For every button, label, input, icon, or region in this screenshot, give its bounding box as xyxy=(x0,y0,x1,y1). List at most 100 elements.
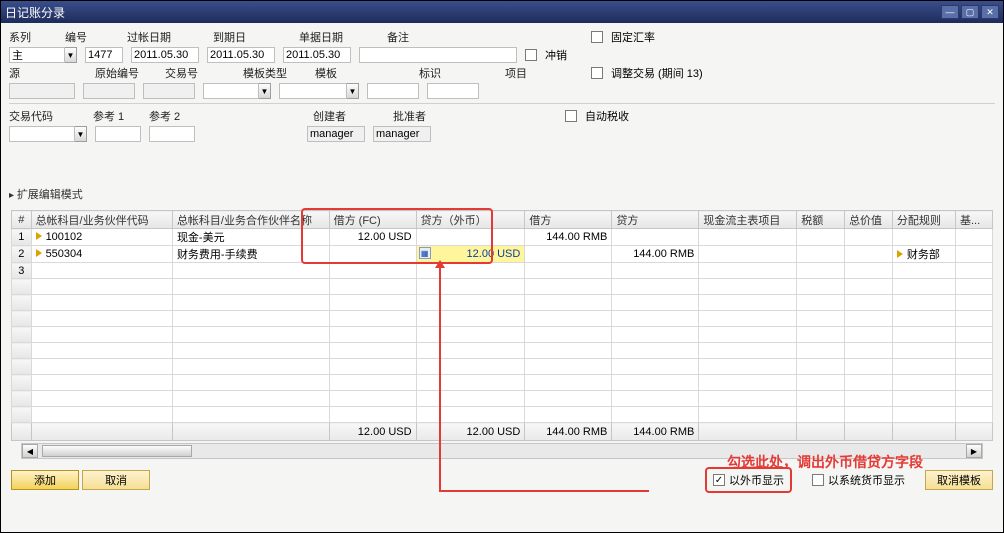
annotation-arrow-horizontal xyxy=(439,490,649,492)
template-field[interactable] xyxy=(279,83,347,99)
col-acct[interactable]: 总帐科目/业务伙伴代码 xyxy=(31,211,172,229)
ref2-label: 参考 2 xyxy=(149,108,197,124)
origno-field xyxy=(83,83,135,99)
approver-field: manager xyxy=(373,126,431,142)
transcode-field[interactable] xyxy=(9,126,75,142)
duedate-label: 到期日 xyxy=(213,29,261,45)
table-row xyxy=(12,327,993,343)
annotation-arrow-vertical xyxy=(439,266,441,490)
table-row xyxy=(12,343,993,359)
link-arrow-icon[interactable] xyxy=(36,249,42,257)
titlebar: 日记账分录 — ▢ ✕ xyxy=(1,1,1003,23)
col-debit[interactable]: 借方 xyxy=(525,211,612,229)
total-creditfc: 12.00 USD xyxy=(416,423,525,441)
duedate-field[interactable]: 2011.05.30 xyxy=(207,47,275,63)
series-dropdown-icon[interactable]: ▼ xyxy=(65,47,77,63)
project-label: 项目 xyxy=(505,65,553,81)
total-debitfc: 12.00 USD xyxy=(329,423,416,441)
scroll-left-icon[interactable]: ◀ xyxy=(22,444,38,458)
fixedrate-label: 固定汇率 xyxy=(611,29,655,45)
col-rownum[interactable]: # xyxy=(12,211,32,229)
transno-label: 交易号 xyxy=(165,65,213,81)
col-debitfc[interactable]: 借方 (FC) xyxy=(329,211,416,229)
template-label: 模板 xyxy=(315,65,363,81)
expand-edit-mode[interactable]: 扩展编辑模式 xyxy=(1,184,1003,204)
table-row: 2 550304 财务费用-手续费 ▦12.00 USD 144.00 RMB … xyxy=(12,246,993,263)
grid-wrap: # 总帐科目/业务伙伴代码 总帐科目/业务合作伙伴名称 借方 (FC) 贷方（外… xyxy=(1,204,1003,459)
autotax-checkbox[interactable] xyxy=(565,110,577,122)
transcode-label: 交易代码 xyxy=(9,108,57,124)
table-row xyxy=(12,311,993,327)
transcode-dropdown-icon[interactable]: ▼ xyxy=(75,126,87,142)
reversal-label: 冲销 xyxy=(545,47,567,63)
reversal-checkbox[interactable] xyxy=(525,49,537,61)
close-button[interactable]: ✕ xyxy=(981,5,999,19)
fixedrate-checkbox[interactable] xyxy=(591,31,603,43)
journal-lines-grid: # 总帐科目/业务伙伴代码 总帐科目/业务合作伙伴名称 借方 (FC) 贷方（外… xyxy=(11,210,993,441)
table-row xyxy=(12,391,993,407)
col-name[interactable]: 总帐科目/业务合作伙伴名称 xyxy=(172,211,329,229)
total-debit: 144.00 RMB xyxy=(525,423,612,441)
postdate-field[interactable]: 2011.05.30 xyxy=(131,47,199,63)
autotax-label: 自动税收 xyxy=(585,108,629,124)
tmpltype-dropdown-icon[interactable]: ▼ xyxy=(259,83,271,99)
cancel-button[interactable]: 取消 xyxy=(82,470,150,490)
col-base[interactable]: 基... xyxy=(955,211,992,229)
sys-display-label: 以系统货币显示 xyxy=(828,472,905,488)
postdate-label: 过帐日期 xyxy=(127,29,175,45)
docdate-label: 单据日期 xyxy=(299,29,347,45)
table-row xyxy=(12,359,993,375)
creator-label: 创建者 xyxy=(313,108,361,124)
ref1-label: 参考 1 xyxy=(93,108,141,124)
table-row xyxy=(12,295,993,311)
tmpltype-field[interactable] xyxy=(203,83,259,99)
sys-display-checkbox[interactable] xyxy=(812,474,824,486)
add-button[interactable]: 添加 xyxy=(11,470,79,490)
scroll-right-icon[interactable]: ▶ xyxy=(966,444,982,458)
table-row: 3 xyxy=(12,263,993,279)
grid-body: 1 100102 现金-美元 12.00 USD 144.00 RMB 2 55… xyxy=(12,229,993,441)
table-row xyxy=(12,407,993,423)
journal-entry-window: 日记账分录 — ▢ ✕ 系列 编号 过帐日期 到期日 单据日期 备注 固定汇率 … xyxy=(0,0,1004,533)
series-label: 系列 xyxy=(9,29,57,45)
link-arrow-icon[interactable] xyxy=(36,232,42,240)
window-title: 日记账分录 xyxy=(5,4,65,21)
minimize-button[interactable]: — xyxy=(941,5,959,19)
docdate-field[interactable]: 2011.05.30 xyxy=(283,47,351,63)
ref2-field[interactable] xyxy=(149,126,195,142)
col-tax[interactable]: 税额 xyxy=(797,211,845,229)
number-label: 编号 xyxy=(65,29,97,45)
col-cashflow[interactable]: 现金流主表项目 xyxy=(699,211,797,229)
adjtrans-checkbox[interactable] xyxy=(591,67,603,79)
source-field xyxy=(9,83,75,99)
fc-display-label: 以外币显示 xyxy=(729,472,784,488)
cancel-template-button[interactable]: 取消模板 xyxy=(925,470,993,490)
grid-header-row: # 总帐科目/业务伙伴代码 总帐科目/业务合作伙伴名称 借方 (FC) 贷方（外… xyxy=(12,211,993,229)
remarks-field[interactable] xyxy=(359,47,517,63)
indicator-field[interactable] xyxy=(367,83,419,99)
tmpltype-label: 模板类型 xyxy=(243,65,291,81)
table-row: 1 100102 现金-美元 12.00 USD 144.00 RMB xyxy=(12,229,993,246)
scroll-thumb[interactable] xyxy=(42,445,192,457)
transno-field xyxy=(143,83,195,99)
adjtrans-label: 调整交易 (期间 13) xyxy=(611,65,703,81)
creator-field: manager xyxy=(307,126,365,142)
table-row xyxy=(12,375,993,391)
template-dropdown-icon[interactable]: ▼ xyxy=(347,83,359,99)
annotation-text: 勾选此处，调出外币借贷方字段 xyxy=(727,452,923,472)
maximize-button[interactable]: ▢ xyxy=(961,5,979,19)
col-distrule[interactable]: 分配规则 xyxy=(892,211,955,229)
col-creditfc[interactable]: 贷方（外币） xyxy=(416,211,525,229)
creditfc-active-cell[interactable]: ▦12.00 USD xyxy=(416,246,525,263)
approver-label: 批准者 xyxy=(393,108,441,124)
ref1-field[interactable] xyxy=(95,126,141,142)
series-field[interactable]: 主 xyxy=(9,47,65,63)
fc-display-checkbox[interactable]: ✓ xyxy=(713,474,725,486)
totals-row: 12.00 USD 12.00 USD 144.00 RMB 144.00 RM… xyxy=(12,423,993,441)
col-credit[interactable]: 贷方 xyxy=(612,211,699,229)
link-arrow-icon[interactable] xyxy=(897,250,903,258)
number-field[interactable]: 1477 xyxy=(85,47,123,63)
col-total[interactable]: 总价值 xyxy=(845,211,893,229)
calc-icon[interactable]: ▦ xyxy=(419,247,431,259)
project-field[interactable] xyxy=(427,83,479,99)
